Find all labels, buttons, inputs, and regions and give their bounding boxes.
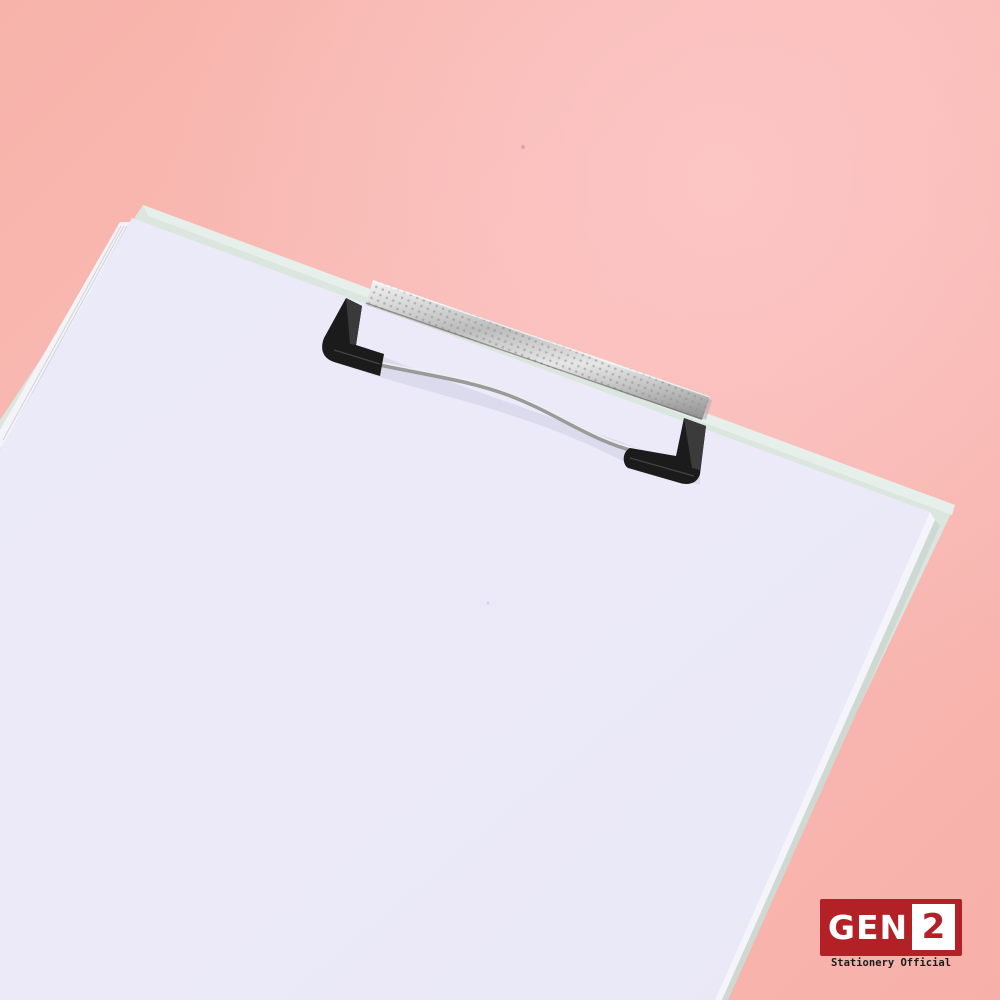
brand-tagline: Stationery Official — [830, 957, 952, 969]
brand-number: 2 — [921, 907, 946, 947]
product-photo: GEN 2 Stationery Official — [0, 0, 1000, 1000]
clipboard-photo — [0, 0, 1000, 1000]
brand-name: GEN — [827, 908, 909, 947]
brand-logo-box: GEN 2 — [820, 899, 962, 956]
brand-number-box: 2 — [912, 904, 955, 950]
brand-logo: GEN 2 Stationery Official — [820, 899, 962, 971]
